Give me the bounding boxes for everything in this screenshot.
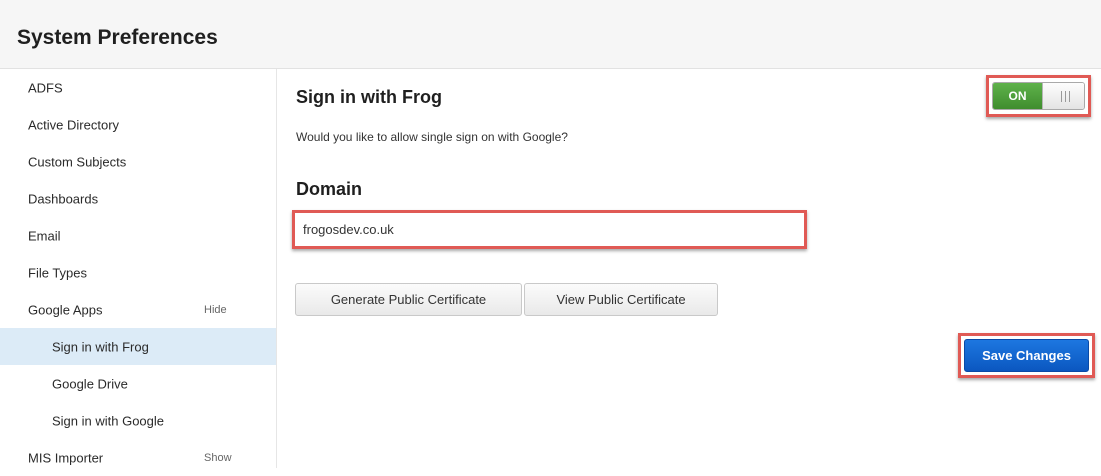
show-toggle-link[interactable]: Show xyxy=(204,452,232,464)
grip-icon xyxy=(1061,91,1070,102)
toggle-on-label: ON xyxy=(993,83,1042,109)
sidebar-item-label: Sign in with Google xyxy=(52,413,165,428)
domain-field-highlight xyxy=(292,210,807,249)
toggle-knob[interactable] xyxy=(1042,83,1084,109)
sidebar-item-sign-in-with-google[interactable]: Sign in with Google xyxy=(0,402,276,439)
sidebar: ADFS Active Directory Custom Subjects Da… xyxy=(0,69,277,468)
sidebar-item-active-directory[interactable]: Active Directory xyxy=(0,106,276,143)
sidebar-item-adfs[interactable]: ADFS xyxy=(0,69,276,106)
sso-toggle-highlight: ON xyxy=(986,75,1091,117)
view-public-certificate-button[interactable]: View Public Certificate xyxy=(524,283,718,316)
hide-toggle-link[interactable]: Hide xyxy=(204,304,227,316)
sidebar-item-dashboards[interactable]: Dashboards xyxy=(0,180,276,217)
header-bar: System Preferences xyxy=(0,0,1101,69)
generate-public-certificate-button[interactable]: Generate Public Certificate xyxy=(295,283,522,316)
sidebar-item-custom-subjects[interactable]: Custom Subjects xyxy=(0,143,276,180)
sidebar-item-label: Email xyxy=(28,228,61,243)
section-title: Sign in with Frog xyxy=(296,87,442,107)
save-button-highlight: Save Changes xyxy=(958,333,1095,378)
sidebar-item-mis-importer[interactable]: MIS Importer Show xyxy=(0,439,276,476)
sidebar-item-label: Sign in with Frog xyxy=(52,339,149,354)
sidebar-item-label: File Types xyxy=(28,265,88,280)
sidebar-item-email[interactable]: Email xyxy=(0,217,276,254)
sidebar-item-label: Dashboards xyxy=(28,191,99,206)
main-panel: Sign in with Frog Would you like to allo… xyxy=(277,69,1101,468)
domain-input[interactable] xyxy=(295,213,804,246)
page-title: System Preferences xyxy=(17,26,218,49)
sidebar-item-label: ADFS xyxy=(28,80,63,95)
sidebar-item-sign-in-with-frog[interactable]: Sign in with Frog xyxy=(0,328,276,365)
sidebar-item-google-drive[interactable]: Google Drive xyxy=(0,365,276,402)
sso-toggle-switch[interactable]: ON xyxy=(992,82,1085,110)
sidebar-item-label: Google Drive xyxy=(52,376,128,391)
section-description: Would you like to allow single sign on w… xyxy=(296,130,568,144)
save-changes-button[interactable]: Save Changes xyxy=(964,339,1089,372)
sidebar-item-label: MIS Importer xyxy=(28,450,104,465)
sidebar-item-label: Active Directory xyxy=(28,117,120,132)
sidebar-item-label: Google Apps xyxy=(28,302,103,317)
domain-heading: Domain xyxy=(296,179,363,199)
sidebar-item-google-apps[interactable]: Google Apps Hide xyxy=(0,291,276,328)
sidebar-item-label: Custom Subjects xyxy=(28,154,127,169)
sidebar-item-file-types[interactable]: File Types xyxy=(0,254,276,291)
